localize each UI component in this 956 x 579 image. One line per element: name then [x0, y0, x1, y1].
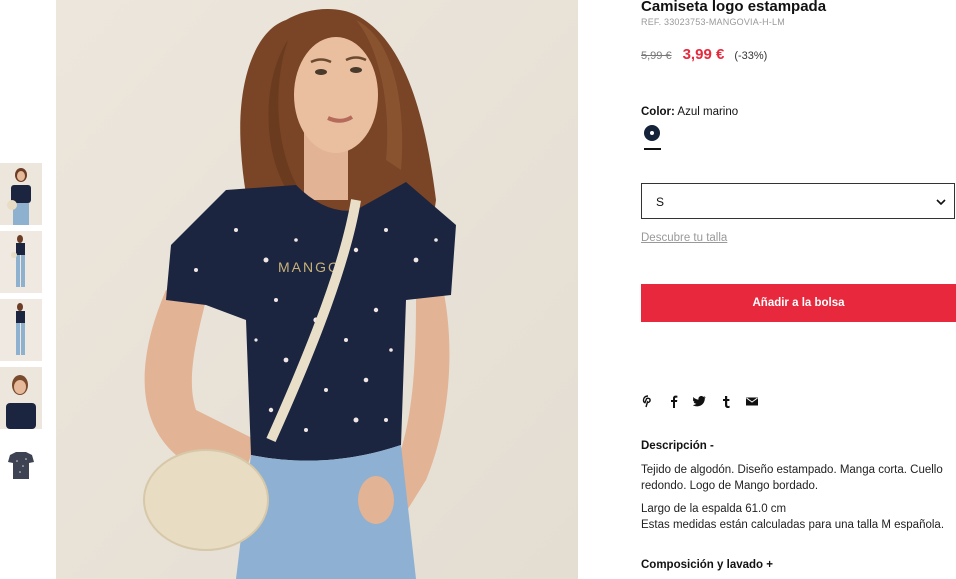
size-guide-link[interactable]: Descubre tu talla [641, 232, 727, 244]
add-to-bag-button[interactable]: Añadir a la bolsa [641, 284, 956, 322]
main-product-image[interactable]: MANGO [56, 0, 578, 579]
color-name: Azul marino [677, 106, 739, 118]
thumbnail-4[interactable] [0, 367, 42, 429]
thumbnail-1[interactable] [0, 163, 42, 225]
tumblr-icon[interactable] [719, 395, 732, 408]
discount-badge: (-33%) [734, 50, 768, 62]
description-toggle[interactable]: Descripción - [641, 440, 714, 452]
price-block: 5,99 € 3,99 € (-33%) [641, 46, 767, 63]
color-label: Color: Azul marino [641, 106, 738, 118]
chevron-down-icon [935, 195, 947, 213]
composition-toggle[interactable]: Composición y lavado + [641, 559, 773, 571]
size-select[interactable]: S [641, 183, 955, 219]
size-note: Estas medidas están calculadas para una … [641, 519, 945, 531]
description-text: Tejido de algodón. Diseño estampado. Man… [641, 464, 943, 492]
thumbnail-strip [0, 163, 42, 503]
share-icons [641, 395, 771, 408]
shirt-logo: MANGO [278, 259, 341, 275]
color-label-key: Color: [641, 106, 675, 118]
sale-price: 3,99 € [682, 46, 725, 63]
description-measures: Largo de la espalda 61.0 cm Estas medida… [641, 501, 956, 533]
facebook-icon[interactable] [667, 395, 680, 408]
old-price: 5,99 € [641, 50, 672, 62]
swatch-selected-dot [650, 131, 654, 135]
thumbnail-3[interactable] [0, 299, 42, 361]
thumbnail-2[interactable] [0, 231, 42, 293]
pinterest-icon[interactable] [641, 395, 654, 408]
back-length: Largo de la espalda 61.0 cm [641, 503, 787, 515]
color-swatch-navy[interactable] [644, 125, 660, 141]
product-title: Camiseta logo estampada [641, 0, 827, 15]
twitter-icon[interactable] [693, 395, 706, 408]
swatch-selected-indicator [644, 148, 661, 150]
product-reference: REF. 33023753-MANGOVIA-H-LM [641, 17, 785, 27]
size-selected-value: S [656, 195, 665, 209]
mail-icon[interactable] [745, 395, 758, 408]
thumbnail-5[interactable] [0, 435, 42, 497]
